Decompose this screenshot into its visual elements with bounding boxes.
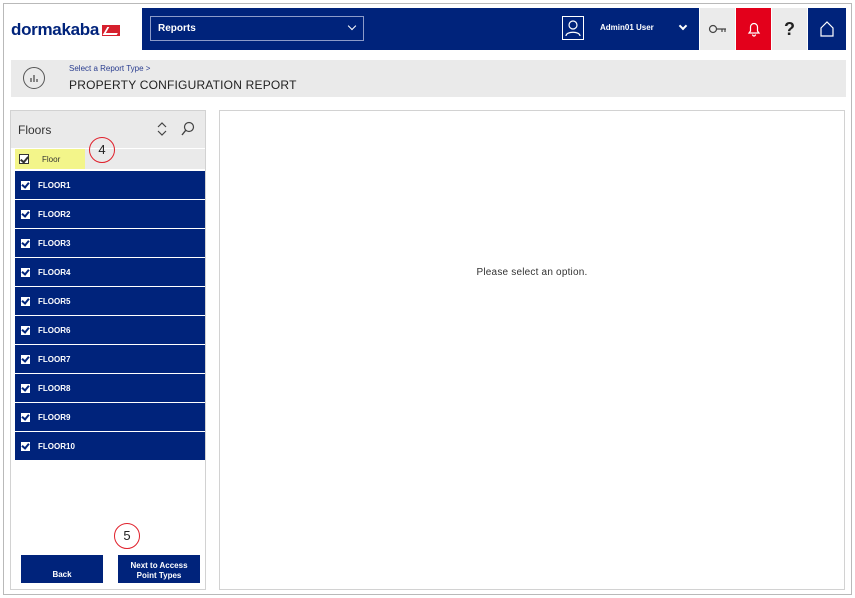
report-chart-icon xyxy=(23,67,45,89)
user-avatar[interactable] xyxy=(562,16,584,40)
app-window: dormakaba Reports Admin01 User ? Select … xyxy=(3,3,852,595)
list-item-label: FLOOR4 xyxy=(38,268,71,277)
list-item-label: FLOOR3 xyxy=(38,239,71,248)
next-button-label-line2: Point Types xyxy=(136,570,182,580)
floors-panel: Floors Floor FLOOR1 FLOOR2 FLOOR3 FLOOR4… xyxy=(10,110,206,590)
breadcrumb: Select a Report Type > PROPERTY CONFIGUR… xyxy=(11,60,846,97)
list-item[interactable]: FLOOR7 xyxy=(15,345,205,373)
list-item[interactable]: FLOOR1 xyxy=(15,171,205,199)
floors-panel-title: Floors xyxy=(18,123,52,137)
bell-icon xyxy=(747,22,760,37)
list-item-label: FLOOR10 xyxy=(38,442,75,451)
empty-state-message: Please select an option. xyxy=(476,267,588,278)
list-item-label: FLOOR6 xyxy=(38,326,71,335)
report-select-value: Reports xyxy=(158,23,196,34)
checkbox-icon[interactable] xyxy=(21,210,30,219)
next-button-label-line1: Next to Access xyxy=(130,560,188,570)
main-navbar: Reports Admin01 User xyxy=(142,8,699,50)
report-content-panel: Please select an option. xyxy=(219,110,845,590)
next-to-access-point-types-button[interactable]: Next to Access Point Types xyxy=(118,555,200,583)
key-button[interactable] xyxy=(700,8,735,50)
list-item-label: FLOOR9 xyxy=(38,413,71,422)
floor-column-label: Floor xyxy=(42,155,61,164)
checkbox-icon[interactable] xyxy=(21,297,30,306)
help-icon: ? xyxy=(784,19,795,39)
notifications-button[interactable] xyxy=(736,8,771,50)
floor-list: FLOOR1 FLOOR2 FLOOR3 FLOOR4 FLOOR5 FLOOR… xyxy=(15,171,205,461)
help-button[interactable]: ? xyxy=(772,8,807,50)
page-title: PROPERTY CONFIGURATION REPORT xyxy=(69,78,297,92)
brand-logo[interactable]: dormakaba xyxy=(11,20,121,40)
list-item[interactable]: FLOOR4 xyxy=(15,258,205,286)
list-item-label: FLOOR8 xyxy=(38,384,71,393)
list-item[interactable]: FLOOR8 xyxy=(15,374,205,402)
home-icon xyxy=(820,21,834,37)
checkbox-icon[interactable] xyxy=(21,355,30,364)
checkbox-icon[interactable] xyxy=(21,181,30,190)
select-all-checkbox-icon[interactable] xyxy=(19,154,29,164)
breadcrumb-link[interactable]: Select a Report Type > xyxy=(69,64,150,73)
brand-logo-text: dormakaba xyxy=(11,20,100,39)
checkbox-icon[interactable] xyxy=(21,442,30,451)
list-item-label: FLOOR5 xyxy=(38,297,71,306)
list-item[interactable]: FLOOR3 xyxy=(15,229,205,257)
list-item[interactable]: FLOOR10 xyxy=(15,432,205,460)
list-item[interactable]: FLOOR2 xyxy=(15,200,205,228)
sort-icon[interactable] xyxy=(156,121,168,137)
list-item-label: FLOOR2 xyxy=(38,210,71,219)
brand-logo-mark-icon xyxy=(102,25,121,36)
user-menu-chevron-icon[interactable] xyxy=(678,21,688,31)
home-button[interactable] xyxy=(808,8,846,50)
step-5-callout: 5 xyxy=(114,523,140,549)
list-item[interactable]: FLOOR5 xyxy=(15,287,205,315)
checkbox-icon[interactable] xyxy=(21,239,30,248)
step-4-callout: 4 xyxy=(89,137,115,163)
list-item[interactable]: FLOOR9 xyxy=(15,403,205,431)
back-button[interactable]: Back xyxy=(21,555,103,583)
key-icon xyxy=(708,24,726,34)
list-item-label: FLOOR1 xyxy=(38,181,71,190)
user-icon xyxy=(565,20,581,37)
top-header: dormakaba Reports Admin01 User ? xyxy=(4,8,851,50)
list-item-label: FLOOR7 xyxy=(38,355,71,364)
checkbox-icon[interactable] xyxy=(21,268,30,277)
list-item[interactable]: FLOOR6 xyxy=(15,316,205,344)
user-name[interactable]: Admin01 User xyxy=(600,23,654,32)
checkbox-icon[interactable] xyxy=(21,326,30,335)
chevron-down-icon xyxy=(347,21,357,31)
search-icon[interactable] xyxy=(181,121,195,137)
checkbox-icon[interactable] xyxy=(21,384,30,393)
checkbox-icon[interactable] xyxy=(21,413,30,422)
report-type-select[interactable]: Reports xyxy=(150,16,364,41)
